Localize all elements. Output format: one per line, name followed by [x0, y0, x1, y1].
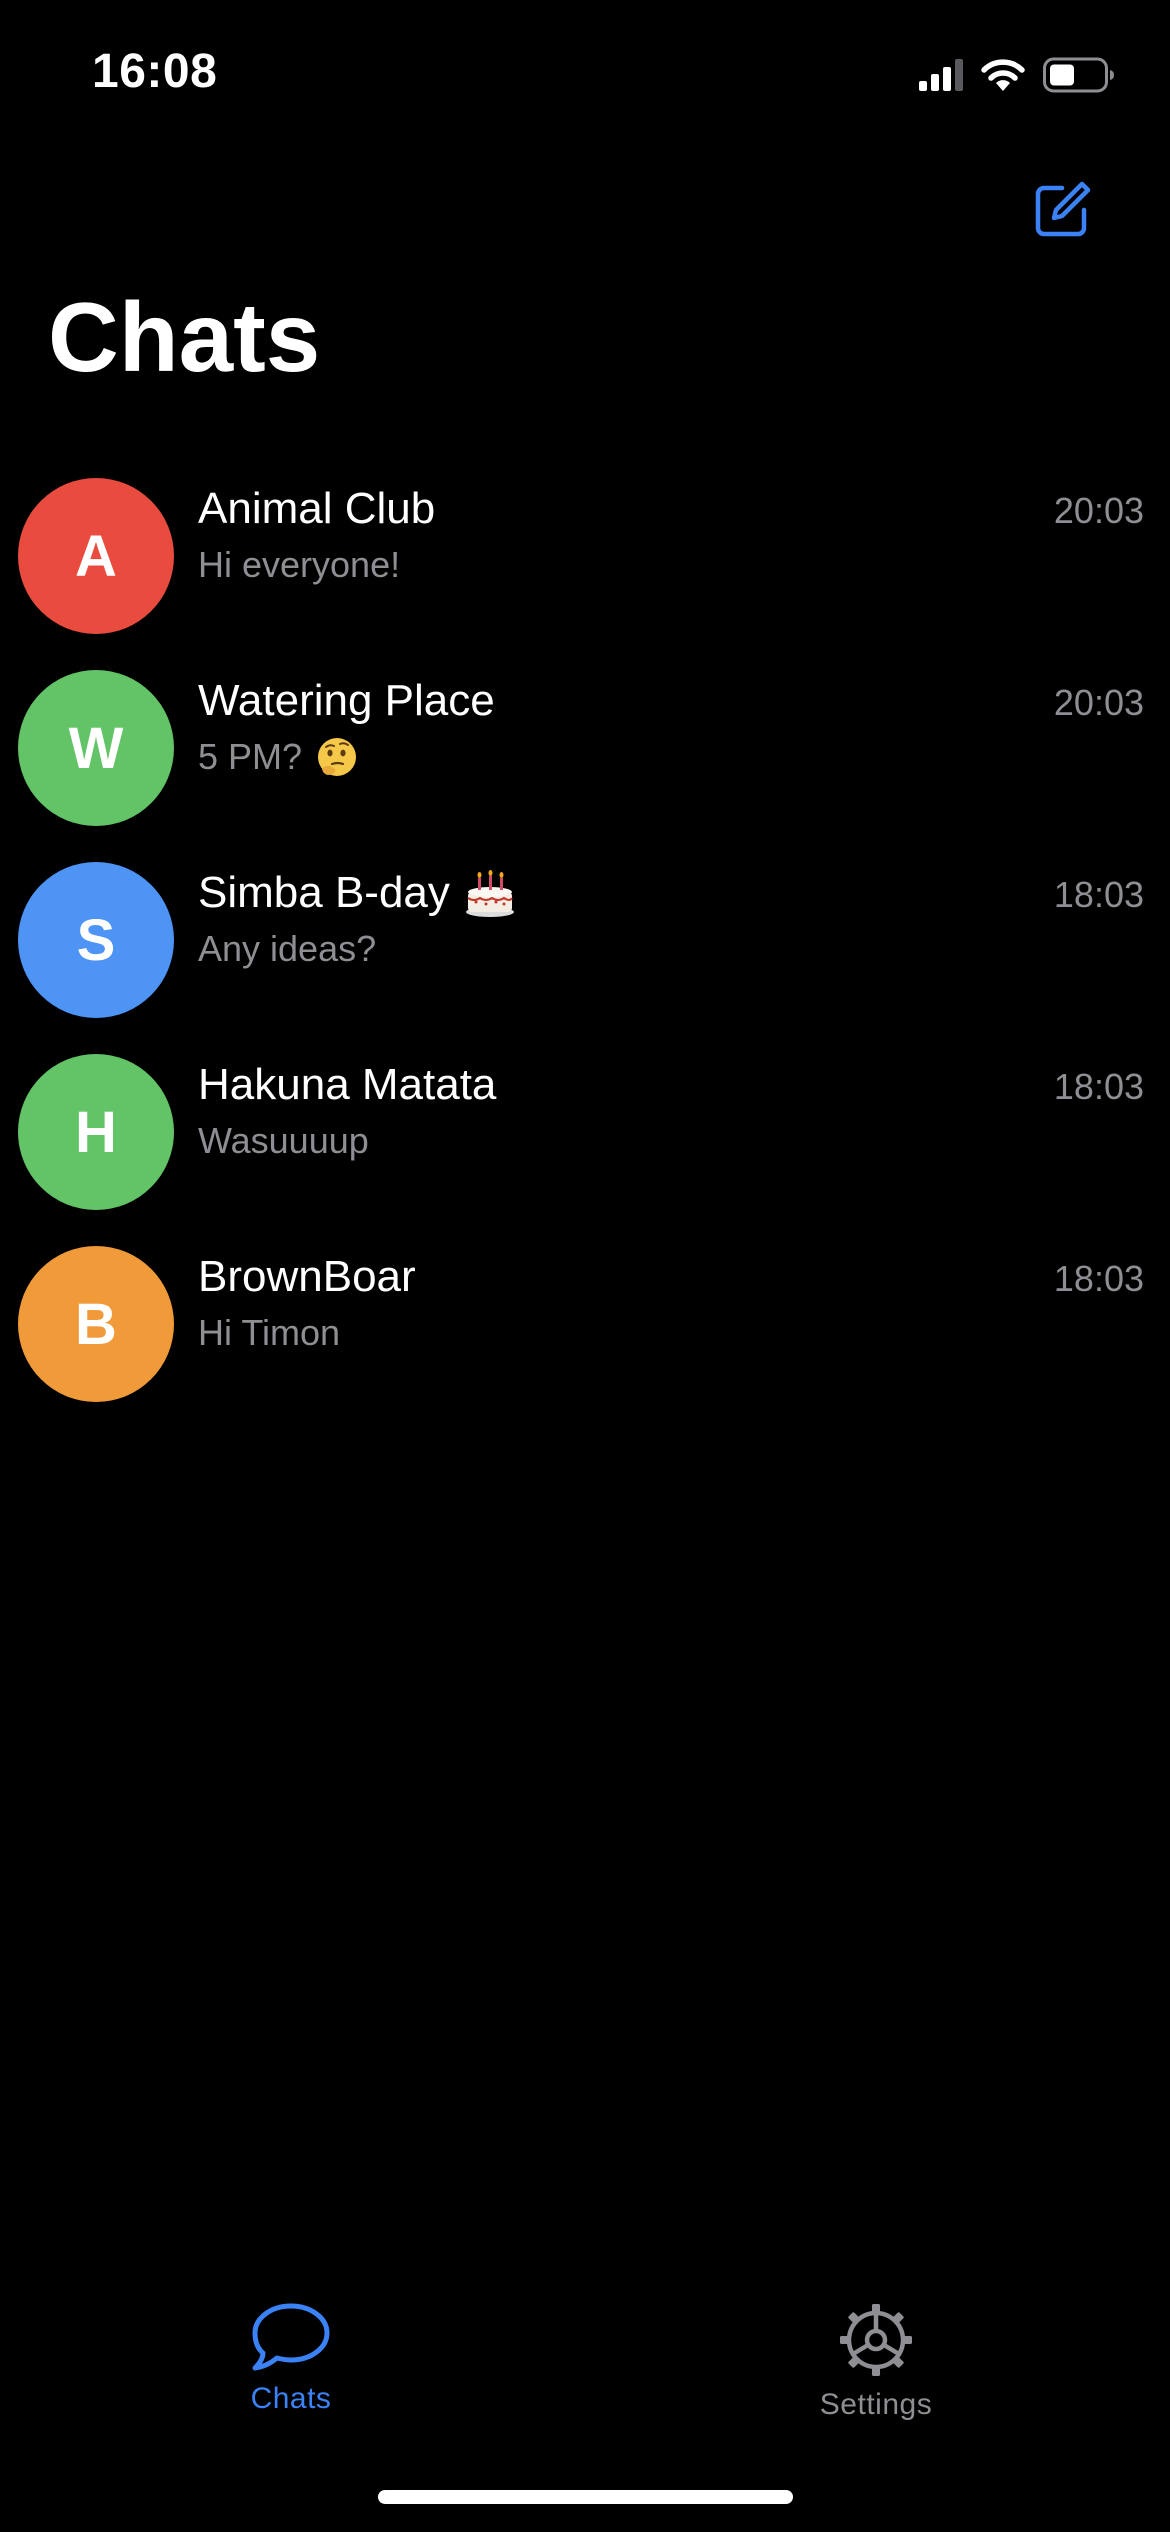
chat-row-watering-place[interactable]: W Watering Place 5 PM? 20:03	[0, 662, 1170, 854]
tab-chats[interactable]: Chats	[171, 2300, 411, 2416]
status-icons	[919, 50, 1115, 100]
thinking-face-emoji	[316, 736, 358, 778]
home-indicator[interactable]	[378, 2490, 793, 2504]
chat-name: BrownBoar	[198, 1252, 416, 1301]
chat-preview: 5 PM?	[198, 736, 358, 778]
avatar: S	[18, 862, 174, 1018]
tab-settings[interactable]: Settings	[756, 2300, 996, 2422]
chat-name: Animal Club	[198, 484, 436, 533]
chat-row-animal-club[interactable]: A Animal Club Hi everyone! 20:03	[0, 470, 1170, 662]
compose-icon	[1035, 181, 1091, 237]
chat-time: 18:03	[1053, 1066, 1144, 1107]
wifi-icon	[981, 58, 1025, 92]
chat-time: 20:03	[1053, 682, 1144, 723]
avatar: W	[18, 670, 174, 826]
compose-button[interactable]	[1028, 176, 1096, 244]
chat-name: Watering Place	[198, 676, 495, 725]
tab-label: Settings	[819, 2388, 933, 2421]
chat-row-brownboar[interactable]: B BrownBoar Hi Timon 18:03	[0, 1238, 1170, 1430]
status-time: 16:08	[92, 45, 218, 98]
chat-bubble-icon	[252, 2303, 330, 2371]
chat-name: Hakuna Matata	[198, 1060, 497, 1109]
chat-preview: Hi everyone!	[198, 544, 401, 585]
chat-time: 20:03	[1053, 490, 1144, 531]
chat-list: A Animal Club Hi everyone! 20:03 W Water…	[0, 470, 1170, 1430]
page-title: Chats	[48, 282, 321, 392]
avatar: B	[18, 1246, 174, 1402]
chat-name: Simba B-day	[198, 868, 516, 918]
tab-label: Chats	[250, 2382, 332, 2415]
chat-row-simba-b-day[interactable]: S Simba B-day Any ideas? 18:03	[0, 854, 1170, 1046]
chat-time: 18:03	[1053, 874, 1144, 915]
status-bar: 16:08	[0, 0, 1170, 150]
chat-preview: Any ideas?	[198, 928, 377, 969]
avatar: H	[18, 1054, 174, 1210]
gear-icon	[840, 2304, 912, 2376]
cellular-signal-icon	[919, 59, 963, 91]
avatar: A	[18, 478, 174, 634]
chat-row-hakuna-matata[interactable]: H Hakuna Matata Wasuuuup 18:03	[0, 1046, 1170, 1238]
chat-time: 18:03	[1053, 1258, 1144, 1299]
birthday-cake-emoji	[464, 868, 516, 918]
battery-icon	[1043, 57, 1115, 93]
tab-bar: Chats Settings	[0, 2280, 1170, 2460]
chat-preview: Wasuuuup	[198, 1120, 369, 1161]
chat-preview: Hi Timon	[198, 1312, 341, 1353]
